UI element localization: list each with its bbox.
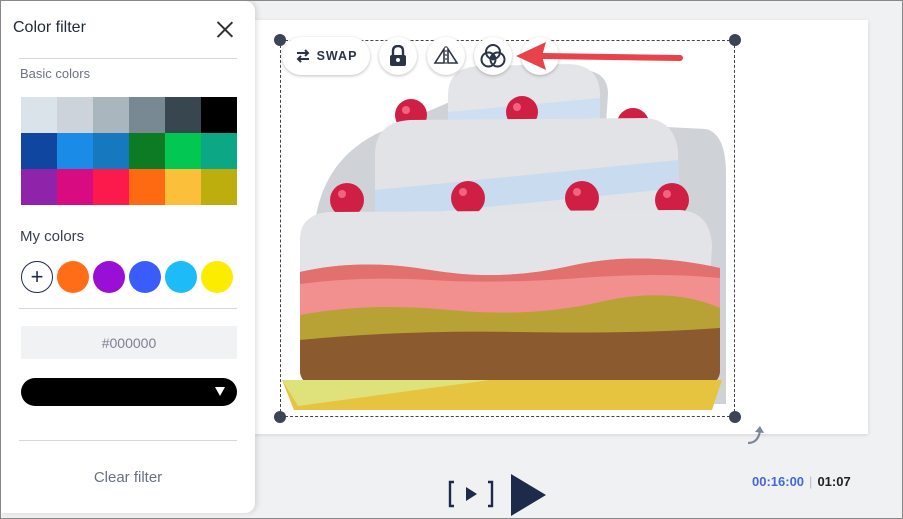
close-icon[interactable]: [215, 20, 235, 40]
current-time: 00:16:00: [752, 474, 805, 489]
total-time: 01:07: [817, 474, 851, 489]
basic-color-swatch[interactable]: [57, 97, 93, 133]
more-options-button[interactable]: [521, 37, 559, 75]
basic-color-swatch[interactable]: [201, 169, 237, 205]
swap-label: SWAP: [316, 49, 358, 63]
flip-button[interactable]: [427, 37, 465, 75]
basic-color-swatch[interactable]: [201, 97, 237, 133]
color-filter-panel: Color filter Basic colors My colors + Cl…: [1, 1, 255, 513]
my-colors-row: +: [21, 261, 233, 293]
my-color-swatch[interactable]: [165, 261, 197, 293]
my-color-swatch[interactable]: [201, 261, 233, 293]
my-color-swatch[interactable]: [57, 261, 89, 293]
swap-icon: [296, 49, 310, 63]
resize-handle-bottom-left[interactable]: [274, 411, 286, 423]
my-color-swatch[interactable]: [129, 261, 161, 293]
basic-colors-grid: [21, 97, 237, 205]
time-separator: |: [809, 474, 813, 489]
basic-color-swatch[interactable]: [165, 169, 201, 205]
lock-button[interactable]: [379, 37, 417, 75]
add-color-button[interactable]: +: [21, 261, 53, 293]
swap-button[interactable]: SWAP: [282, 37, 370, 75]
basic-color-swatch[interactable]: [129, 169, 165, 205]
cake-illustration[interactable]: [280, 40, 740, 420]
lock-icon: [390, 45, 406, 66]
hex-color-input[interactable]: [21, 326, 237, 359]
basic-color-swatch[interactable]: [93, 133, 129, 169]
color-select-dropdown[interactable]: [21, 378, 237, 406]
color-filter-button[interactable]: [474, 37, 512, 75]
basic-color-swatch[interactable]: [201, 133, 237, 169]
basic-color-swatch[interactable]: [93, 169, 129, 205]
basic-color-swatch[interactable]: [93, 97, 129, 133]
divider: [19, 308, 237, 309]
basic-color-swatch[interactable]: [21, 169, 57, 205]
basic-color-swatch[interactable]: [165, 97, 201, 133]
basic-color-swatch[interactable]: [21, 133, 57, 169]
resize-handle-top-left[interactable]: [274, 34, 286, 46]
flip-icon: [433, 46, 459, 66]
clear-filter-button[interactable]: Clear filter: [1, 469, 255, 486]
my-colors-label: My colors: [20, 228, 85, 245]
color-filter-icon: [480, 44, 506, 68]
preview-frame-button[interactable]: [448, 480, 494, 508]
my-color-swatch[interactable]: [93, 261, 125, 293]
basic-colors-label: Basic colors: [20, 66, 91, 81]
basic-color-swatch[interactable]: [57, 169, 93, 205]
divider: [19, 58, 237, 59]
resize-handle-top-right[interactable]: [729, 34, 741, 46]
play-icon[interactable]: [508, 472, 548, 518]
rotate-icon[interactable]: [744, 423, 768, 447]
timecode: 00:16:00 | 01:07: [752, 474, 851, 489]
basic-color-swatch[interactable]: [21, 97, 57, 133]
basic-color-swatch[interactable]: [57, 133, 93, 169]
resize-handle-bottom-right[interactable]: [729, 411, 741, 423]
basic-color-swatch[interactable]: [129, 133, 165, 169]
divider: [19, 440, 237, 441]
panel-title: Color filter: [13, 19, 86, 36]
dropdown-caret-icon: [215, 387, 225, 396]
basic-color-swatch[interactable]: [165, 133, 201, 169]
basic-color-swatch[interactable]: [129, 97, 165, 133]
